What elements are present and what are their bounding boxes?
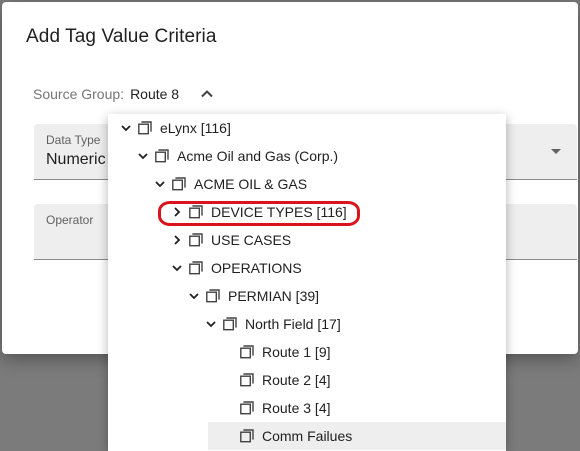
chevron-down-icon[interactable] <box>135 148 151 164</box>
chevron-down-icon[interactable] <box>118 120 134 136</box>
tree-item[interactable]: eLynx [116] <box>108 114 506 142</box>
tree-item[interactable]: Route 2 [4] <box>108 366 506 394</box>
data-type-value: Numeric <box>46 151 106 168</box>
tree-item-label: Route 3 [4] <box>262 400 331 416</box>
toggle-spacer <box>220 372 236 388</box>
chevron-up-icon[interactable] <box>199 86 215 102</box>
source-group-row: Source Group: Route 8 <box>33 86 215 102</box>
stacked-squares-icon <box>240 345 254 359</box>
dropdown-arrow-icon[interactable] <box>551 149 561 154</box>
chevron-right-icon[interactable] <box>169 232 185 248</box>
source-group-label: Source Group: <box>33 86 125 102</box>
stacked-squares-icon <box>240 401 254 415</box>
tree-item[interactable]: PERMIAN [39] <box>108 282 506 310</box>
tree-item[interactable]: OPERATIONS <box>108 254 506 282</box>
toggle-spacer <box>220 344 236 360</box>
highlight-annotation <box>158 201 360 226</box>
chevron-down-icon[interactable] <box>186 288 202 304</box>
tree-item-label: North Field [17] <box>245 316 341 332</box>
source-group-value[interactable]: Route 8 <box>130 86 179 102</box>
operator-label: Operator <box>46 213 94 227</box>
tree-item[interactable]: ACME OIL & GAS <box>108 170 506 198</box>
tree-item-label: Acme Oil and Gas (Corp.) <box>177 148 339 164</box>
tree-item[interactable]: USE CASES <box>108 226 506 254</box>
tree-item-label: USE CASES <box>211 232 292 248</box>
dialog-title: Add Tag Value Criteria <box>26 26 217 47</box>
tree-item[interactable]: Route 3 [4] <box>108 394 506 422</box>
toggle-spacer <box>220 400 236 416</box>
chevron-down-icon[interactable] <box>152 176 168 192</box>
source-group-tree-dropdown[interactable]: eLynx [116] Acme Oil and Gas (Corp.) ACME … <box>108 114 506 451</box>
tree-item[interactable]: Comm Failues <box>208 422 506 450</box>
tree-item-label: OPERATIONS <box>211 260 302 276</box>
tree-item-label: Route 2 [4] <box>262 372 331 388</box>
stacked-squares-icon <box>206 289 220 303</box>
chevron-down-icon[interactable] <box>203 316 219 332</box>
stacked-squares-icon <box>240 373 254 387</box>
tree-item-label: ACME OIL & GAS <box>194 176 308 192</box>
tree-item[interactable]: Acme Oil and Gas (Corp.) <box>108 142 506 170</box>
data-type-label: Data Type <box>46 133 101 147</box>
stacked-squares-icon <box>189 233 203 247</box>
toggle-spacer <box>220 428 236 444</box>
stacked-squares-icon <box>223 317 237 331</box>
stacked-squares-icon <box>138 121 152 135</box>
tree-item-label: Route 1 [9] <box>262 344 331 360</box>
tree-item[interactable]: North Field [17] <box>108 310 506 338</box>
tree-item-label: PERMIAN [39] <box>228 288 320 304</box>
chevron-down-icon[interactable] <box>169 260 185 276</box>
tree-item-label: eLynx [116] <box>160 120 231 136</box>
stacked-squares-icon <box>155 149 169 163</box>
stacked-squares-icon <box>189 261 203 275</box>
stacked-squares-icon <box>240 429 254 443</box>
tree-item[interactable]: Route 1 [9] <box>108 338 506 366</box>
stacked-squares-icon <box>172 177 186 191</box>
tree-item-label: Comm Failues <box>262 428 353 444</box>
